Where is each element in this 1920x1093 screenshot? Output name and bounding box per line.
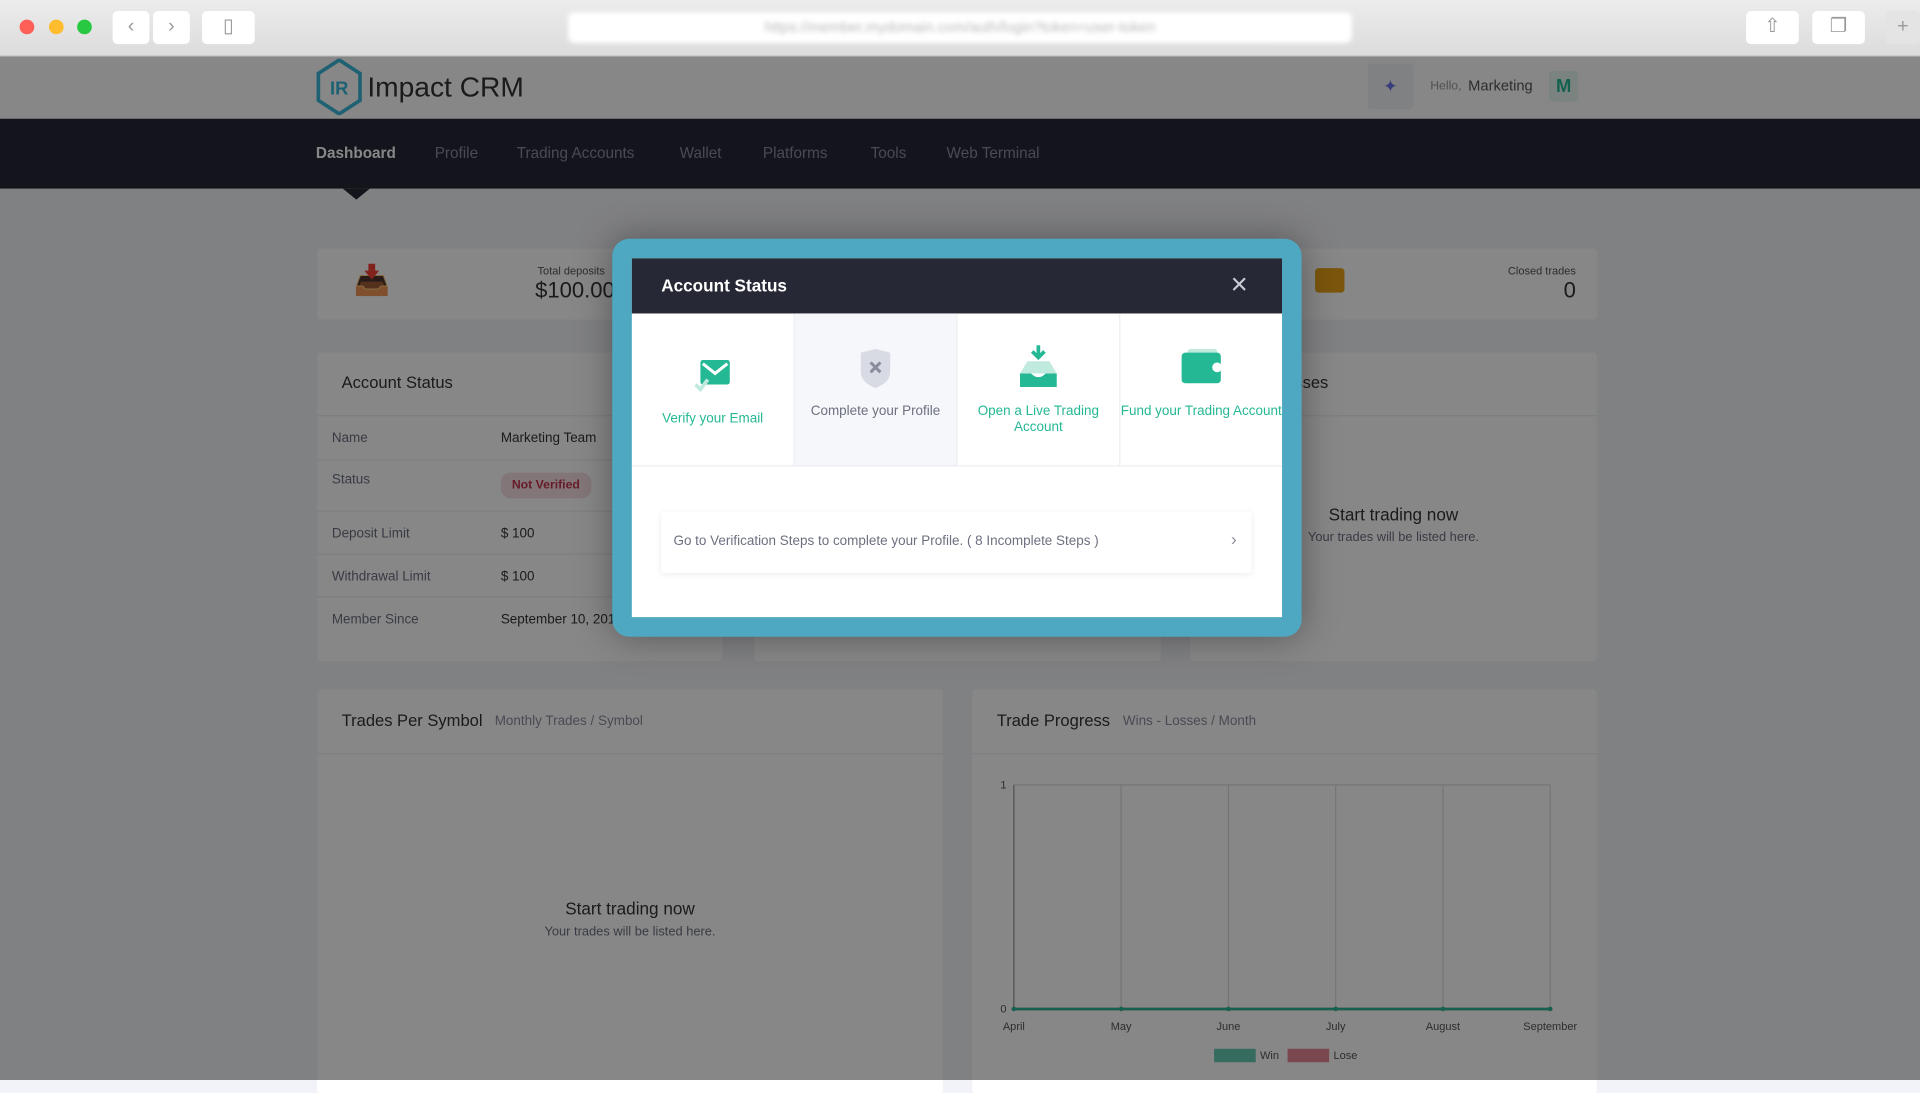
step-complete-profile[interactable]: Complete your Profile bbox=[794, 313, 958, 467]
step-fund-account[interactable]: Fund your Trading Account bbox=[1120, 313, 1283, 467]
step-label: Verify your Email bbox=[662, 411, 764, 427]
minimize-window-button[interactable] bbox=[48, 19, 64, 35]
close-window-button[interactable] bbox=[19, 19, 35, 35]
share-icon[interactable]: ⇧ bbox=[1746, 11, 1799, 45]
tabs-icon[interactable]: ❐ bbox=[1812, 11, 1865, 45]
sidebar-toggle-icon[interactable]: ▯ bbox=[202, 11, 255, 45]
verification-steps-link[interactable]: Go to Verification Steps to complete you… bbox=[661, 511, 1252, 574]
modal-header: Account Status × bbox=[631, 258, 1283, 314]
back-button[interactable]: ‹ bbox=[112, 11, 150, 45]
new-tab-button[interactable]: + bbox=[1885, 11, 1920, 45]
email-check-icon bbox=[694, 360, 730, 393]
wallet-icon bbox=[1181, 348, 1223, 384]
link-text: Go to Verification Steps to complete you… bbox=[673, 533, 1099, 549]
modal-title: Account Status bbox=[661, 275, 787, 296]
inbox-download-icon bbox=[1020, 345, 1057, 387]
url-bar[interactable]: https://member.mydomain.com/auth/login?t… bbox=[568, 12, 1352, 43]
step-label: Complete your Profile bbox=[810, 404, 941, 419]
account-status-modal: Account Status × Verify your Email Compl… bbox=[631, 258, 1283, 618]
step-label: Fund your Trading Account bbox=[1120, 404, 1282, 419]
step-verify-email[interactable]: Verify your Email bbox=[631, 313, 795, 467]
close-icon[interactable]: × bbox=[1231, 268, 1248, 302]
forward-button[interactable]: › bbox=[153, 11, 190, 45]
maximize-window-button[interactable] bbox=[77, 19, 92, 35]
shield-x-icon bbox=[860, 348, 891, 389]
step-open-live-account[interactable]: Open a Live Trading Account bbox=[957, 313, 1121, 467]
step-label: Open a Live Trading Account bbox=[977, 404, 1100, 435]
browser-toolbar: ‹ › ▯ https://member.mydomain.com/auth/l… bbox=[0, 0, 1920, 57]
chevron-right-icon: › bbox=[1231, 528, 1237, 549]
